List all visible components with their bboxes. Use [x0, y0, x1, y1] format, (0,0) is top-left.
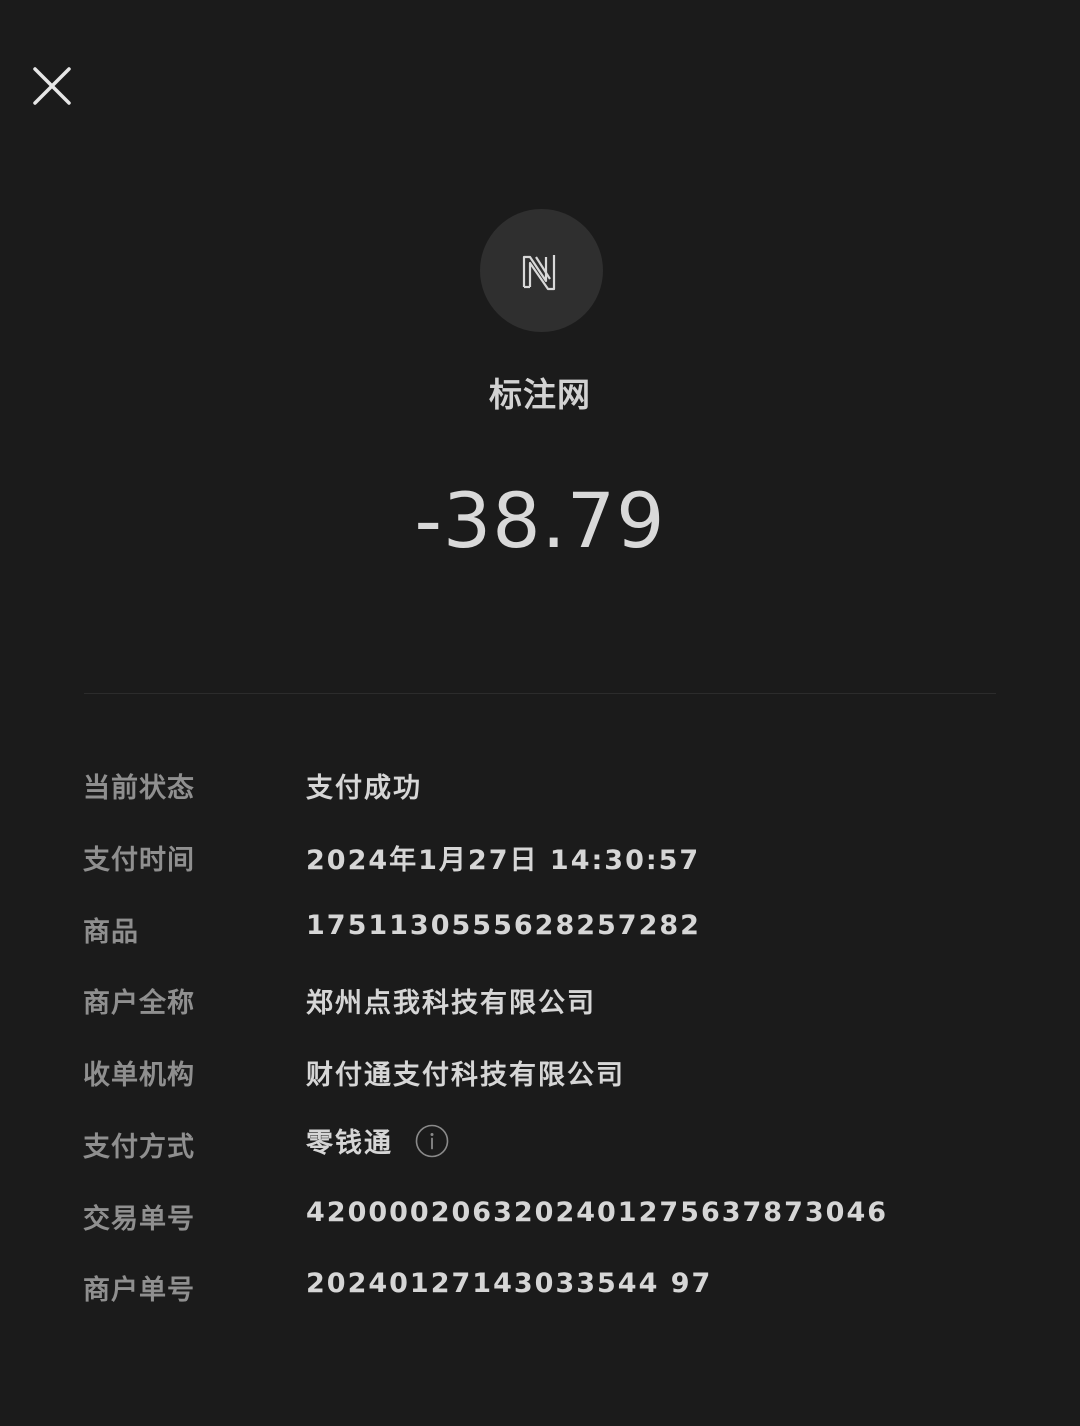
detail-label: 收单机构 — [83, 1060, 195, 1091]
detail-row-merchant-fullname: 商户全称 郑州点我科技有限公司 — [0, 963, 1080, 1035]
detail-label: 支付方式 — [83, 1132, 195, 1163]
detail-value: 4200002063202401275637873046 — [306, 1197, 889, 1228]
merchant-logo — [480, 209, 603, 332]
close-button[interactable] — [28, 62, 76, 110]
merchant-name: 标注网 — [489, 375, 591, 414]
detail-row-product: 商品 1751130555628257282 — [0, 892, 1080, 964]
detail-row-transaction-id: 交易单号 4200002063202401275637873046 — [0, 1179, 1080, 1251]
detail-label: 商品 — [83, 917, 139, 948]
info-icon[interactable] — [415, 1124, 449, 1158]
detail-value: 郑州点我科技有限公司 — [306, 988, 596, 1019]
divider — [84, 693, 996, 694]
detail-value: 财付通支付科技有限公司 — [306, 1060, 625, 1091]
payment-amount: -38.79 — [414, 476, 666, 565]
detail-row-merchant-order: 商户单号 20240127143033544 97 — [0, 1250, 1080, 1322]
detail-value: 1751130555628257282 — [306, 910, 701, 941]
detail-value: 2024年1月27日 14:30:57 — [306, 845, 701, 876]
detail-label: 商户单号 — [83, 1275, 195, 1306]
detail-row-acquirer: 收单机构 财付通支付科技有限公司 — [0, 1035, 1080, 1107]
detail-value: 支付成功 — [306, 773, 422, 804]
detail-label: 商户全称 — [83, 988, 195, 1019]
detail-row-payment-method: 支付方式 零钱通 — [0, 1107, 1080, 1179]
detail-value: 20240127143033544 97 — [306, 1268, 713, 1299]
detail-row-status: 当前状态 支付成功 — [0, 748, 1080, 820]
detail-label: 支付时间 — [83, 845, 195, 876]
detail-row-time: 支付时间 2024年1月27日 14:30:57 — [0, 820, 1080, 892]
close-icon — [33, 67, 71, 105]
detail-label: 当前状态 — [83, 773, 195, 804]
detail-value: 零钱通 — [306, 1128, 393, 1159]
brand-logo-icon — [522, 254, 555, 290]
detail-label: 交易单号 — [83, 1204, 195, 1235]
